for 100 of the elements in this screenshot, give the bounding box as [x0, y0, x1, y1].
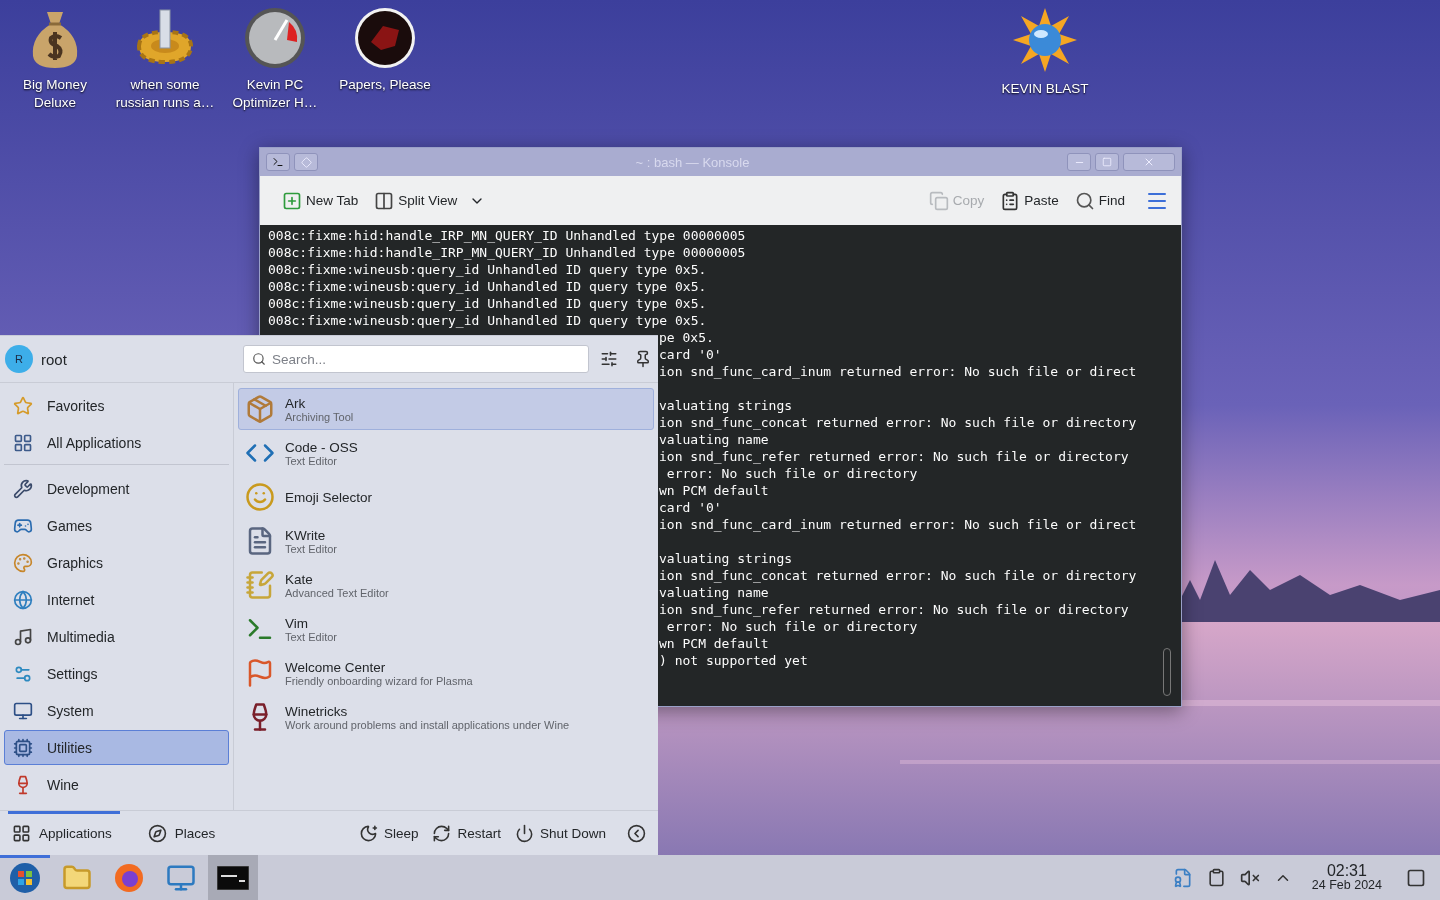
palette-icon: [13, 552, 33, 573]
app-name: Ark: [285, 395, 307, 411]
collapse-icon[interactable]: [626, 824, 646, 843]
app-description: Friendly onboarding wizard for Plasma: [285, 674, 473, 687]
terminal-line: ion snd_func_card_inum returned error: No such file or direct: [659, 517, 1137, 532]
moon-icon: [358, 824, 378, 843]
app-name: Emoji Selector: [285, 489, 373, 505]
terminal-line: valuating name: [659, 432, 769, 447]
power-button[interactable]: Shut Down: [510, 820, 610, 847]
show-desktop-icon[interactable]: [1406, 867, 1426, 888]
launcher-tab[interactable]: Places: [143, 811, 224, 856]
star-icon: [13, 395, 33, 416]
terminal-line: ion snd_func_refer returned error: No such file or directory: [659, 449, 1129, 464]
category-item[interactable]: System: [4, 693, 229, 728]
terminal-line: ) not supported yet: [659, 653, 808, 668]
app-item[interactable]: Code - OSS Text Editor: [238, 432, 654, 474]
pin-icon[interactable]: [634, 350, 652, 368]
app-item[interactable]: Winetricks Work around problems and install applications under Wine: [238, 696, 654, 738]
category-item[interactable]: Internet: [4, 582, 229, 617]
app-menu-button[interactable]: [266, 153, 290, 171]
compass-icon: [147, 824, 167, 843]
category-item[interactable]: Development: [4, 471, 229, 506]
browser-icon: [114, 862, 144, 893]
desktop-icon-label[interactable]: Kevin PC Optimizer H…: [223, 76, 327, 112]
terminal-line: 008c:fixme:wineusb:query_id Unhandled ID query type 0x5.: [268, 262, 707, 277]
maximize-button[interactable]: [1095, 153, 1119, 171]
search-icon: [1074, 190, 1095, 211]
clock[interactable]: 02:31 24 Feb 2024: [1311, 862, 1382, 893]
app-name: KWrite: [285, 527, 327, 543]
terminal-line: error: No such file or directory: [665, 619, 918, 634]
box-icon: [245, 394, 275, 424]
category-item[interactable]: Settings: [4, 656, 229, 691]
desktop-icon-label[interactable]: KEVIN BLAST: [1001, 80, 1089, 98]
category-item[interactable]: Favorites: [4, 388, 229, 423]
category-item[interactable]: Multimedia: [4, 619, 229, 654]
desktop-icon-label[interactable]: Papers, Please: [339, 76, 431, 94]
launcher-tab[interactable]: Applications: [8, 811, 120, 856]
search-field[interactable]: Search...: [243, 345, 589, 373]
toolbar-button[interactable]: Find: [1070, 186, 1129, 215]
desktop-icon-label[interactable]: when some russian runs a…: [113, 76, 217, 112]
app-name: Code - OSS: [285, 439, 358, 455]
desktop-icon-label[interactable]: Big Money Deluxe: [3, 76, 107, 112]
app-description: Archiving Tool: [285, 410, 354, 423]
power-button[interactable]: Restart: [428, 820, 505, 847]
app-item[interactable]: Vim Text Editor: [238, 608, 654, 650]
terminal-line: valuating name: [659, 585, 769, 600]
terminal-line: 008c:fixme:hid:handle_IRP_MN_QUERY_ID Unhandled type 00000005: [268, 245, 746, 260]
terminal-icon: [217, 865, 249, 890]
copy-icon: [928, 190, 949, 211]
clipboard-icon[interactable]: [1206, 868, 1226, 887]
app-item[interactable]: Kate Advanced Text Editor: [238, 564, 654, 606]
user-avatar: R: [5, 345, 33, 373]
chip-icon: [13, 737, 33, 758]
sun-globe-icon: [1011, 6, 1079, 74]
terminal-line: ion snd_func_card_inum returned error: No such file or direct: [659, 364, 1137, 379]
category-item[interactable]: Graphics: [4, 545, 229, 580]
new-tab-icon: [282, 190, 302, 211]
app-item[interactable]: Emoji Selector: [238, 476, 654, 518]
terminal-line: 008c:fixme:hid:handle_IRP_MN_QUERY_ID Unhandled type 00000005: [268, 228, 746, 243]
app-item[interactable]: Ark Archiving Tool: [238, 388, 654, 430]
muted-speaker-icon[interactable]: [1239, 867, 1260, 888]
app-name: Vim: [285, 615, 309, 631]
pin-button[interactable]: [294, 153, 318, 171]
terminal-line: valuating strings: [659, 551, 793, 566]
app-item[interactable]: Welcome Center Friendly onboarding wizard for Plasma: [238, 652, 654, 694]
split-view-icon: [374, 190, 395, 211]
terminal-line: ion snd_func_refer returned error: No such file or directory: [659, 602, 1129, 617]
terminal-line: wn PCM default: [659, 483, 769, 498]
app-description: Text Editor: [285, 542, 337, 555]
wrench-icon: [13, 478, 33, 499]
terminal-line: 008c:fixme:wineusb:query_id Unhandled ID query type 0x5.: [268, 313, 707, 328]
terminal-line: card '0': [659, 500, 722, 515]
category-item[interactable]: Wine: [4, 767, 229, 802]
search-icon: [252, 352, 266, 366]
app-description: Advanced Text Editor: [285, 586, 389, 599]
smiley-icon: [245, 482, 275, 512]
category-item[interactable]: Games: [4, 508, 229, 543]
toolbar-button[interactable]: Split View: [370, 186, 490, 215]
toolbar-button[interactable]: Paste: [996, 186, 1063, 215]
terminal-line: error: No such file or directory: [665, 466, 918, 481]
app-description: Text Editor: [285, 454, 338, 467]
terminal-line: card '0': [659, 347, 722, 362]
power-button[interactable]: Sleep: [354, 820, 423, 847]
taskbar-item[interactable]: [208, 855, 258, 900]
globe-icon: [13, 589, 33, 610]
app-item[interactable]: KWrite Text Editor: [238, 520, 654, 562]
grid-icon: [12, 824, 31, 843]
category-item[interactable]: Utilities: [4, 730, 229, 765]
music-icon: [13, 626, 33, 647]
terminal-line: valuating strings: [659, 398, 793, 413]
user-name: root: [41, 350, 67, 368]
grid-icon: [13, 432, 33, 453]
power-icon: [514, 824, 534, 843]
app-description: Text Editor: [285, 630, 337, 643]
category-item[interactable]: All Applications: [4, 425, 229, 460]
sliders-icon[interactable]: [600, 350, 618, 368]
paste-icon: [1000, 190, 1021, 211]
app-name: Winetricks: [285, 703, 349, 719]
app-name: Welcome Center: [285, 659, 387, 675]
toolbar-button[interactable]: New Tab: [278, 186, 363, 215]
